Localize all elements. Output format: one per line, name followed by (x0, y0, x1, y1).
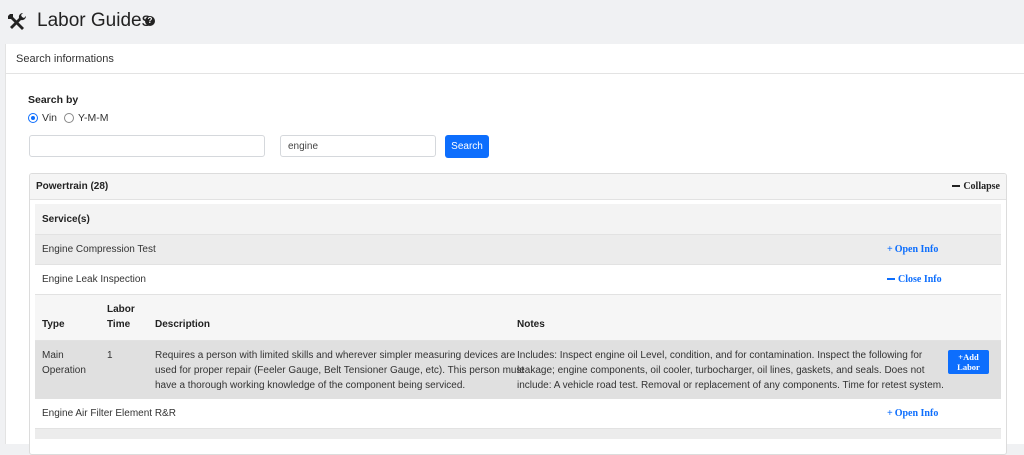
services-list: Service(s) Engine Compression Test + Open… (35, 204, 1001, 439)
services-heading: Service(s) (35, 204, 1001, 235)
collapse-button[interactable]: Collapse (952, 181, 1000, 192)
tools-icon (8, 12, 27, 30)
keyword-input[interactable] (280, 135, 436, 157)
open-info-button[interactable]: + Open Info (887, 408, 938, 419)
page-header: Labor Guides ? (0, 0, 1024, 44)
plus-icon: + (887, 408, 893, 419)
type-cell-2: Operation (42, 365, 86, 376)
table-row: Main Operation 1 Requires a person with … (35, 341, 1001, 399)
search-mode-radios: Vin Y-M-M (28, 112, 116, 124)
service-label: Engine Air Filter Element R&R (42, 408, 176, 419)
add-labor-line-1: +Add (958, 352, 979, 362)
list-item: Engine Compression Test + Open Info (35, 235, 1001, 265)
notes-line-3: include: A vehicle road test. Removal or… (517, 380, 944, 391)
description-line-2: used for proper repair (Feeler Gauge, Be… (155, 365, 525, 376)
col-labor-time-2: Time (107, 319, 131, 330)
group-title: Powertrain (28) (36, 181, 109, 192)
list-item: Engine Leak Inspection Close Info (35, 265, 1001, 295)
minus-icon (887, 277, 895, 280)
col-notes: Notes (517, 319, 545, 330)
services-heading-text: Service(s) (42, 214, 90, 225)
col-description: Description (155, 319, 211, 330)
list-item: Engine Air Filter Element R&R + Open Info (35, 399, 1001, 429)
search-button[interactable]: Search (445, 135, 489, 158)
description-line-1: Requires a person with limited skills an… (155, 350, 516, 361)
powertrain-group: Powertrain (28) Collapse Service(s) Engi… (29, 173, 1007, 455)
radio-ymm[interactable] (64, 113, 74, 123)
col-labor-time-1: Labor (107, 304, 135, 315)
radio-ymm-label[interactable]: Y-M-M (78, 112, 109, 124)
open-info-label: Open Info (894, 408, 939, 419)
notes-line-1: Includes: Inspect engine oil Level, cond… (517, 350, 923, 361)
plus-icon: + (887, 244, 893, 255)
radio-vin[interactable] (28, 113, 38, 123)
description-line-3: have a thorough working knowledge of the… (155, 380, 466, 391)
close-info-button[interactable]: Close Info (887, 274, 942, 285)
group-header: Powertrain (28) Collapse (30, 174, 1006, 200)
add-labor-button[interactable]: +Add Labor (948, 350, 989, 374)
page-title: Labor Guides (37, 10, 152, 31)
help-icon[interactable]: ? (145, 16, 155, 26)
open-info-button[interactable]: + Open Info (887, 244, 938, 255)
panel-heading: Search informations (6, 44, 1024, 74)
collapse-label: Collapse (963, 181, 1000, 192)
search-by-label: Search by (28, 94, 79, 106)
col-type: Type (42, 319, 65, 330)
service-label: Engine Leak Inspection (42, 274, 146, 285)
notes-line-2: leakage; engine components, oil cooler, … (517, 365, 925, 376)
service-label: Engine Compression Test (42, 244, 156, 255)
detail-table-header: Type Labor Time Description Notes (35, 295, 1001, 341)
panel-heading-text: Search informations (16, 53, 114, 65)
labor-time-cell: 1 (107, 350, 113, 361)
open-info-label: Open Info (894, 244, 939, 255)
vin-input[interactable] (29, 135, 265, 157)
search-panel: Search informations Search by Vin Y-M-M … (5, 44, 1024, 455)
type-cell-1: Main (42, 350, 64, 361)
close-info-label: Close Info (898, 274, 942, 285)
add-labor-line-2: Labor (957, 362, 980, 372)
radio-vin-label[interactable]: Vin (42, 112, 57, 124)
minus-icon (952, 184, 961, 187)
